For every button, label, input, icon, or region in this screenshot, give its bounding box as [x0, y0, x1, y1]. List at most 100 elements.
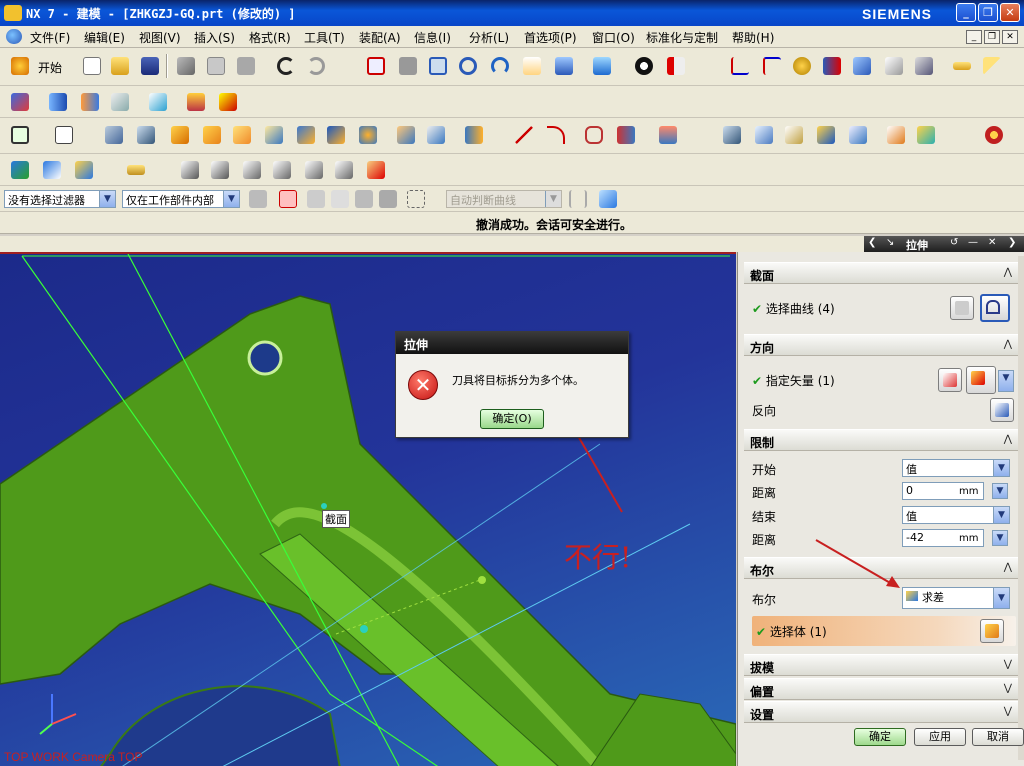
offset-header[interactable]: 偏置 ⋁ [744, 678, 1018, 700]
replay-icon[interactable] [364, 158, 388, 182]
settings-header[interactable]: 设置 ⋁ [744, 701, 1018, 723]
swept-icon[interactable] [782, 123, 806, 147]
select-icon[interactable] [882, 54, 906, 78]
cut-icon[interactable] [174, 54, 198, 78]
direction-header[interactable]: 方向 ⋀ [744, 334, 1018, 356]
section-header[interactable]: 截面 ⋀ [744, 262, 1018, 284]
through-mesh-icon[interactable] [752, 123, 776, 147]
chevron-left-icon[interactable]: ❮ [868, 237, 876, 248]
mdi-close-button[interactable]: ✕ [1002, 30, 1018, 44]
collapse-icon[interactable]: — [968, 237, 978, 248]
o-s-surface-icon[interactable] [270, 158, 294, 182]
chevron-down-icon[interactable]: ▼ [998, 370, 1014, 392]
intersect-icon[interactable] [356, 123, 380, 147]
curvature-analysis-icon[interactable] [108, 90, 132, 114]
unite-icon[interactable] [294, 123, 318, 147]
undo-select-icon[interactable] [304, 187, 328, 211]
fit-view-icon[interactable] [364, 54, 388, 78]
measure-distance-icon[interactable] [950, 54, 974, 78]
wcs-dynamic-icon[interactable] [790, 54, 814, 78]
chevron-down-icon[interactable]: ▼ [992, 530, 1008, 546]
body-select-button[interactable] [980, 619, 1004, 643]
section-view-icon[interactable] [664, 54, 688, 78]
lasso-select-icon[interactable] [352, 187, 376, 211]
scope-filter-select[interactable]: 仅在工作部件内部 ▼ [122, 190, 240, 208]
rect-select-icon[interactable] [404, 187, 428, 211]
block-icon[interactable] [168, 123, 192, 147]
mdi-minimize-button[interactable]: _ [966, 30, 982, 44]
select-arrow-icon[interactable]: ↘ [886, 237, 894, 248]
project-curve-icon[interactable] [614, 123, 638, 147]
menu-assembly[interactable]: 装配(A) [359, 29, 401, 46]
start-button[interactable]: 开始 [38, 59, 62, 76]
menu-view[interactable]: 视图(V) [139, 29, 181, 46]
revolve-icon[interactable] [134, 123, 158, 147]
unsuppress-feature-icon[interactable] [208, 158, 232, 182]
zoom-window-icon[interactable] [396, 54, 420, 78]
copy-icon[interactable] [204, 54, 228, 78]
app-menu-icon[interactable] [6, 29, 22, 44]
measure-tape-icon[interactable] [124, 158, 148, 182]
ok-button[interactable]: 确定 [854, 728, 906, 746]
menu-edit[interactable]: 编辑(E) [84, 29, 125, 46]
menu-file[interactable]: 文件(F) [30, 29, 70, 46]
deviation-icon[interactable] [184, 90, 208, 114]
chamfer-icon[interactable] [230, 123, 254, 147]
through-curves-icon[interactable] [720, 123, 744, 147]
chevron-right-icon[interactable]: ❯ [1008, 237, 1016, 248]
vector-dialog-button[interactable] [938, 368, 962, 392]
g-h-surface-icon[interactable] [302, 158, 326, 182]
close-button[interactable]: ✕ [1000, 3, 1020, 22]
vector-type-button[interactable] [966, 366, 996, 394]
edit-feature-icon[interactable] [8, 158, 32, 182]
cancel-button[interactable]: 取消 [972, 728, 1024, 746]
check-geometry-icon[interactable] [216, 90, 240, 114]
undo-icon[interactable] [274, 54, 298, 78]
menu-insert[interactable]: 插入(S) [194, 29, 235, 46]
face-analysis-icon[interactable] [46, 90, 70, 114]
suppress-feature-icon[interactable] [178, 158, 202, 182]
close-icon[interactable]: ✕ [988, 237, 996, 248]
menu-preferences[interactable]: 首选项(P) [524, 29, 577, 46]
menu-format[interactable]: 格式(R) [249, 29, 291, 46]
panel-scrollbar[interactable] [1018, 256, 1024, 760]
apply-button[interactable]: 应用 [914, 728, 966, 746]
menu-standards[interactable]: 标准化与定制 [646, 29, 718, 46]
move-select-icon[interactable] [376, 187, 400, 211]
restore-button[interactable]: ❐ [978, 3, 998, 22]
end-distance-input[interactable]: -42 mm [902, 529, 984, 547]
vector-handle[interactable] [478, 576, 486, 584]
draft-header[interactable]: 拔模 ⋁ [744, 654, 1018, 676]
end-type-select[interactable]: 值 ▼ [902, 506, 1010, 524]
g-s-surface-icon[interactable] [240, 158, 264, 182]
select-body-row[interactable]: ✔ 选择体 (1) [752, 616, 1016, 646]
paste-icon[interactable] [234, 54, 258, 78]
render-style-icon[interactable] [632, 54, 656, 78]
display-shaded-icon[interactable] [8, 90, 32, 114]
shell-icon[interactable] [262, 123, 286, 147]
graphics-viewport[interactable]: 截面 不行! TOP WORK Camera TOP [0, 252, 736, 766]
zoom-icon[interactable] [426, 54, 450, 78]
origin-handle[interactable] [360, 625, 368, 633]
perspective-icon[interactable] [552, 54, 576, 78]
start-type-select[interactable]: 值 ▼ [902, 459, 1010, 477]
intersection-curve-icon[interactable] [656, 123, 680, 147]
move-feature-icon[interactable] [40, 158, 64, 182]
limits-header[interactable]: 限制 ⋀ [744, 429, 1018, 451]
edge-blend-icon[interactable] [200, 123, 224, 147]
orient-view-icon[interactable] [590, 54, 614, 78]
datum-plane-icon[interactable] [52, 123, 76, 147]
select-curve-row[interactable]: ✔ 选择曲线 (4) [744, 292, 1018, 326]
trim-body-icon[interactable] [394, 123, 418, 147]
o-h-surface-icon[interactable] [332, 158, 356, 182]
rotate-icon[interactable] [488, 54, 512, 78]
offset-curve-icon[interactable] [582, 123, 606, 147]
reverse-direction-button[interactable] [990, 398, 1014, 422]
menu-analysis[interactable]: 分析(L) [469, 29, 509, 46]
save-icon[interactable] [138, 54, 162, 78]
new-file-icon[interactable] [80, 54, 104, 78]
extrude-icon[interactable] [102, 123, 126, 147]
start-icon[interactable] [8, 54, 32, 78]
error-ok-button[interactable]: 确定(O) [480, 409, 544, 429]
reorder-feature-icon[interactable] [72, 158, 96, 182]
